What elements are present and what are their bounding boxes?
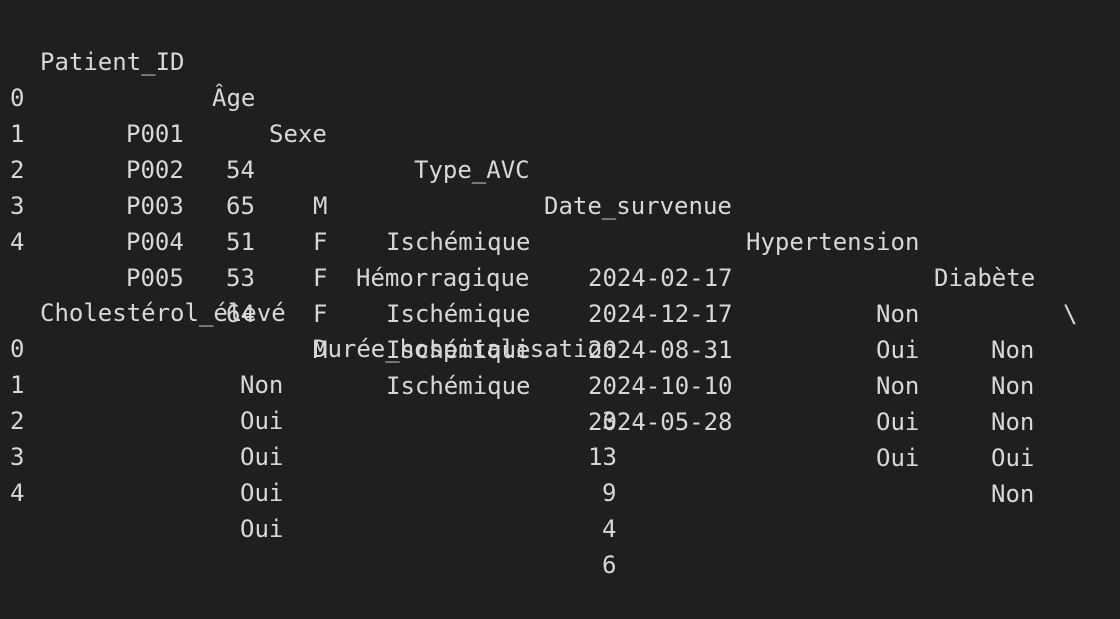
cell-diabete: Non bbox=[991, 480, 1035, 508]
cell-type-avc: Ischémique bbox=[386, 300, 531, 328]
cell-duree-hospitalisation: 4 bbox=[602, 515, 617, 543]
cell-patient-id: P005 bbox=[126, 264, 184, 292]
cell-age: 54 bbox=[226, 156, 255, 184]
column-header: Patient_ID bbox=[40, 48, 185, 76]
cell-type-avc: Hémorragique bbox=[356, 264, 530, 292]
cell-duree-hospitalisation: 6 bbox=[602, 551, 617, 579]
cell-sexe: F bbox=[313, 300, 328, 328]
column-header: Hypertension bbox=[746, 228, 920, 256]
terminal-output: Patient_ID Âge Sexe Type_AVC Date_surven… bbox=[0, 0, 1120, 579]
cell-type-avc: Ischémique bbox=[386, 372, 531, 400]
continuation-marker: \ bbox=[1063, 300, 1078, 328]
cell-patient-id: P004 bbox=[126, 228, 184, 256]
cell-hypertension: Oui bbox=[876, 444, 920, 472]
cell-sexe: F bbox=[313, 228, 328, 256]
cell-patient-id: P001 bbox=[126, 120, 184, 148]
cell-diabete: Non bbox=[991, 372, 1035, 400]
cell-age: 51 bbox=[226, 228, 255, 256]
cell-cholesterol-eleve: Oui bbox=[240, 407, 284, 435]
table-row: 3 P004 53 F Ischémique 2024-10-10 Oui Ou… bbox=[0, 152, 1034, 472]
column-header: Âge bbox=[212, 84, 256, 112]
cell-cholesterol-eleve: Non bbox=[240, 371, 284, 399]
row-index: 4 bbox=[10, 228, 25, 256]
table-row: 2 P003 51 F Ischémique 2024-08-31 Non No… bbox=[0, 116, 1034, 436]
row-index: 4 bbox=[10, 479, 25, 507]
cell-patient-id: P003 bbox=[126, 192, 184, 220]
cell-hypertension: Oui bbox=[876, 336, 920, 364]
table-row: 4 P005 64 M Ischémique 2024-05-28 Oui No… bbox=[0, 188, 1034, 508]
column-header: Diabète bbox=[934, 264, 1036, 292]
cell-diabete: Oui bbox=[991, 444, 1035, 472]
column-header: Date_survenue bbox=[544, 192, 732, 220]
table-row: 1 P002 65 F Hémorragique 2024-12-17 Oui … bbox=[0, 80, 1034, 400]
cell-duree-hospitalisation: 13 bbox=[588, 443, 617, 471]
cell-diabete: Non bbox=[991, 336, 1035, 364]
column-header: Sexe bbox=[269, 120, 327, 148]
cell-date-survenue: 2024-12-17 bbox=[588, 300, 733, 328]
cell-date-survenue: 2024-10-10 bbox=[588, 372, 733, 400]
table-row: 4 Oui 6 bbox=[0, 439, 616, 579]
cell-duree-hospitalisation: 3 bbox=[602, 407, 617, 435]
cell-diabete: Non bbox=[991, 408, 1035, 436]
cell-sexe: M bbox=[313, 192, 328, 220]
cell-duree-hospitalisation: 9 bbox=[602, 479, 617, 507]
cell-patient-id: P002 bbox=[126, 156, 184, 184]
table-header-row: Patient_ID Âge Sexe Type_AVC Date_surven… bbox=[0, 8, 1077, 328]
cell-cholesterol-eleve: Oui bbox=[240, 515, 284, 543]
table-row: 1 Oui 13 bbox=[0, 331, 617, 471]
cell-age: 53 bbox=[226, 264, 255, 292]
cell-age: 65 bbox=[226, 192, 255, 220]
column-header: Cholestérol_élevé bbox=[40, 299, 286, 327]
table-row: 0 Non 3 bbox=[0, 295, 616, 435]
table-header-row: Cholestérol_élevé Durée_hospitalisation bbox=[0, 259, 616, 363]
cell-date-survenue: 2024-02-17 bbox=[588, 264, 733, 292]
table-row: 0 P001 54 M Ischémique 2024-02-17 Non No… bbox=[0, 44, 1034, 364]
cell-sexe: F bbox=[313, 264, 328, 292]
cell-type-avc: Ischémique bbox=[386, 228, 531, 256]
cell-hypertension: Oui bbox=[876, 408, 920, 436]
cell-cholesterol-eleve: Oui bbox=[240, 443, 284, 471]
table-row: 2 Oui 9 bbox=[0, 367, 616, 507]
cell-hypertension: Non bbox=[876, 372, 920, 400]
cell-cholesterol-eleve: Oui bbox=[240, 479, 284, 507]
column-header: Type_AVC bbox=[414, 156, 530, 184]
cell-hypertension: Non bbox=[876, 300, 920, 328]
column-header: Durée_hospitalisation bbox=[313, 335, 617, 363]
table-row: 3 Oui 4 bbox=[0, 403, 616, 543]
